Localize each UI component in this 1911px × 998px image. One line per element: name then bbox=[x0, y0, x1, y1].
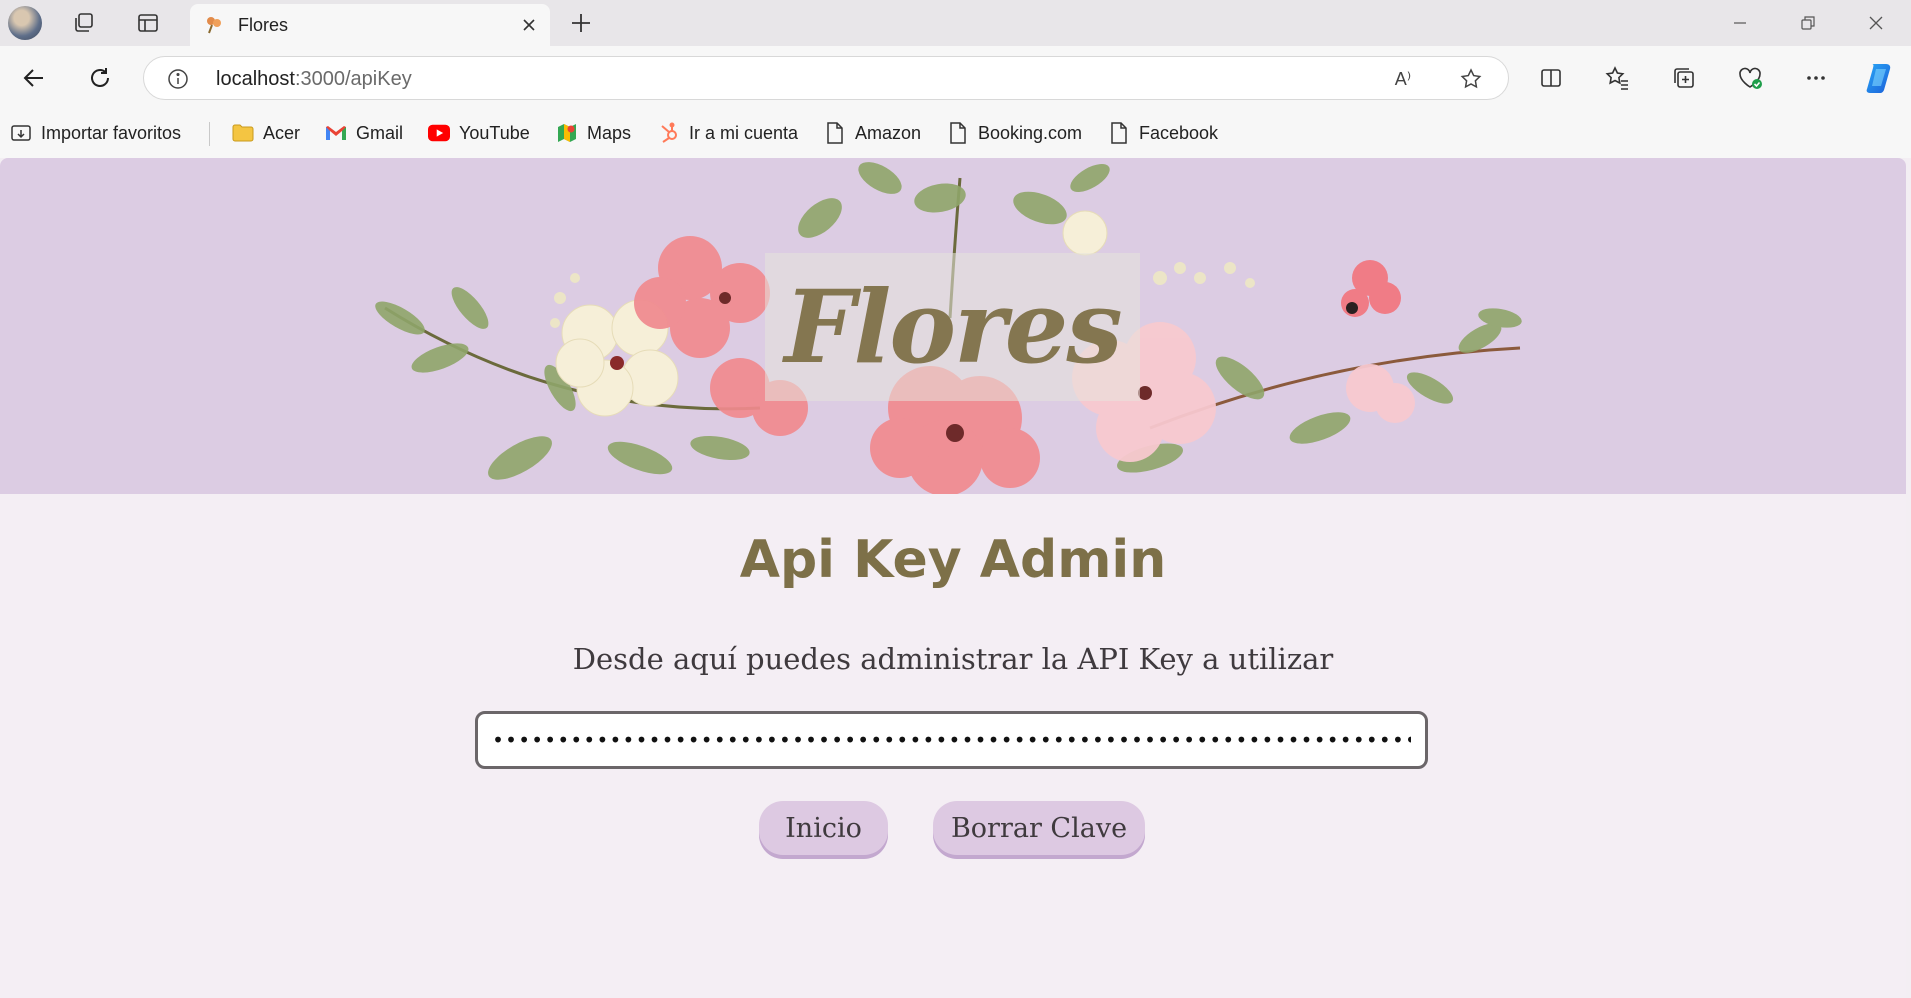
tab-flores[interactable]: Flores bbox=[190, 4, 550, 46]
bookmark-amazon[interactable]: Amazon bbox=[824, 120, 921, 146]
page-content: Flores Api Key Admin Desde aquí puedes a… bbox=[0, 158, 1906, 998]
bookmarks-bar: Importar favoritos Acer Gmail YouTube Ma… bbox=[0, 108, 1911, 158]
logo-text: Flores bbox=[784, 268, 1122, 386]
address-bar-row: localhost:3000/apiKey A⁾ bbox=[0, 46, 1911, 108]
collections-icon[interactable] bbox=[1667, 61, 1701, 95]
maps-icon bbox=[556, 122, 578, 144]
minimize-icon[interactable] bbox=[1720, 6, 1760, 40]
bookmark-maps[interactable]: Maps bbox=[556, 120, 631, 146]
hubspot-icon bbox=[658, 122, 680, 144]
page-title: Api Key Admin bbox=[739, 530, 1167, 590]
tab-title: Flores bbox=[238, 15, 289, 35]
refresh-icon[interactable] bbox=[84, 62, 116, 94]
tab-bar: Flores bbox=[0, 0, 1911, 46]
bookmark-ir-a-mi-cuenta[interactable]: Ir a mi cuenta bbox=[658, 120, 798, 146]
bookmark-youtube[interactable]: YouTube bbox=[428, 120, 530, 146]
api-key-input[interactable] bbox=[475, 711, 1428, 769]
bookmark-gmail[interactable]: Gmail bbox=[325, 120, 403, 146]
url-path: :3000/apiKey bbox=[294, 68, 412, 90]
close-window-icon[interactable] bbox=[1856, 6, 1896, 40]
bookmark-label: YouTube bbox=[459, 122, 530, 143]
bookmark-booking[interactable]: Booking.com bbox=[947, 120, 1082, 146]
vertical-tabs-icon[interactable] bbox=[133, 8, 163, 38]
bookmark-label: Gmail bbox=[356, 122, 404, 143]
bookmark-label: Ir a mi cuenta bbox=[689, 122, 799, 143]
bookmark-label: Maps bbox=[587, 122, 632, 143]
url-text: localhost:3000/apiKey bbox=[216, 68, 412, 91]
page-subtitle: Desde aquí puedes administrar la API Key… bbox=[572, 642, 1334, 676]
flower-favicon-icon bbox=[204, 14, 224, 34]
workspaces-icon[interactable] bbox=[69, 8, 99, 38]
bookmark-label: Facebook bbox=[1139, 122, 1219, 143]
new-tab-icon[interactable] bbox=[566, 8, 596, 38]
browser-essentials-icon[interactable] bbox=[1733, 61, 1767, 95]
profile-avatar[interactable] bbox=[8, 6, 42, 40]
read-aloud-icon[interactable]: A⁾ bbox=[1390, 67, 1416, 91]
bookmark-import[interactable]: Importar favoritos bbox=[10, 120, 181, 146]
url-host: localhost bbox=[216, 68, 295, 90]
url-field[interactable]: localhost:3000/apiKey A⁾ bbox=[143, 56, 1509, 100]
inicio-button[interactable]: Inicio bbox=[759, 801, 888, 855]
hero-banner: Flores bbox=[0, 158, 1906, 494]
favorite-star-icon[interactable] bbox=[1458, 66, 1484, 92]
import-icon bbox=[10, 122, 32, 144]
copilot-icon[interactable] bbox=[1860, 58, 1900, 98]
bookmark-label: Importar favoritos bbox=[41, 122, 182, 143]
bookmarks-divider bbox=[209, 122, 210, 146]
bookmark-facebook[interactable]: Facebook bbox=[1108, 120, 1218, 146]
favorites-icon[interactable] bbox=[1600, 61, 1634, 95]
split-screen-icon[interactable] bbox=[1534, 61, 1568, 95]
bookmark-label: Booking.com bbox=[978, 122, 1083, 143]
page-icon bbox=[947, 122, 969, 144]
page-icon bbox=[824, 122, 846, 144]
youtube-icon bbox=[428, 122, 450, 144]
bookmark-label: Acer bbox=[263, 122, 301, 143]
folder-icon bbox=[232, 122, 254, 144]
restore-icon[interactable] bbox=[1788, 6, 1828, 40]
bookmark-acer[interactable]: Acer bbox=[232, 120, 300, 146]
logo-box: Flores bbox=[765, 253, 1140, 401]
borrar-clave-button[interactable]: Borrar Clave bbox=[933, 801, 1145, 855]
more-options-icon[interactable] bbox=[1799, 61, 1833, 95]
bookmark-label: Amazon bbox=[855, 122, 922, 143]
gmail-icon bbox=[325, 122, 347, 144]
page-icon bbox=[1108, 122, 1130, 144]
close-tab-icon[interactable] bbox=[518, 14, 540, 36]
back-icon[interactable] bbox=[18, 62, 50, 94]
site-info-icon[interactable] bbox=[166, 67, 190, 91]
